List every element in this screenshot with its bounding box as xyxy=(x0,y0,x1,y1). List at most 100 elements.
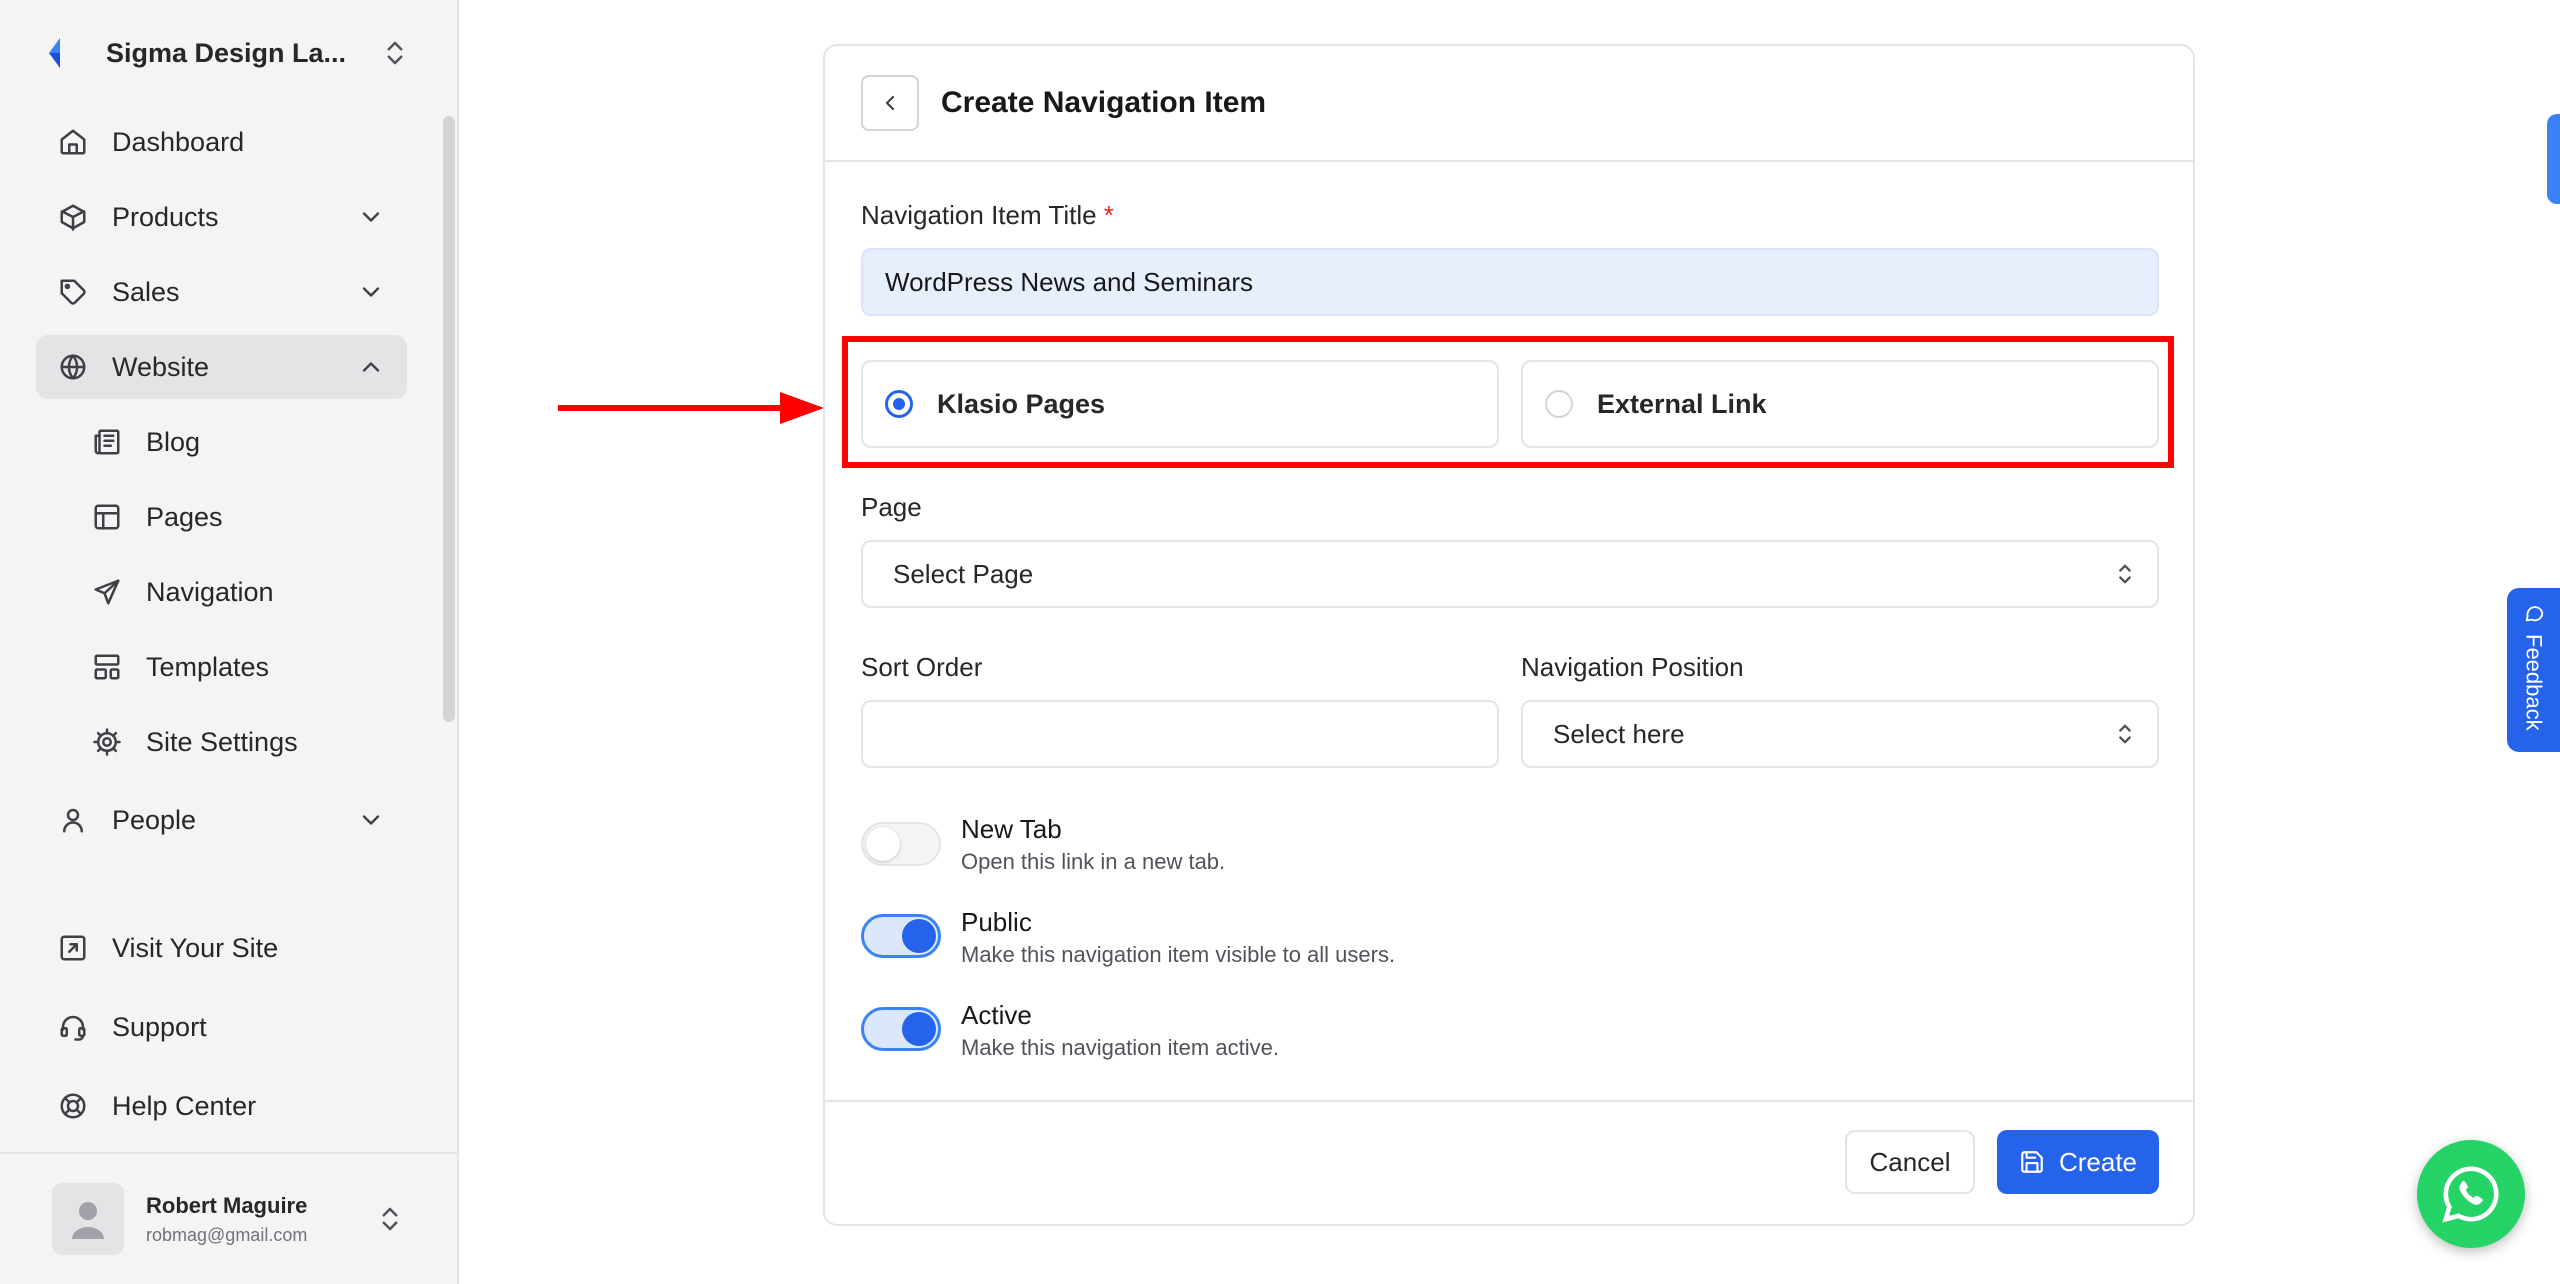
home-icon xyxy=(60,129,86,155)
create-button[interactable]: Create xyxy=(1997,1130,2159,1194)
page-field-label: Page xyxy=(861,492,922,522)
help-center-link[interactable]: Help Center xyxy=(36,1074,407,1138)
sidebar-item-label: People xyxy=(112,804,197,835)
cancel-button[interactable]: Cancel xyxy=(1845,1130,1975,1194)
sidebar-item-label: Navigation xyxy=(146,576,274,607)
sidebar-item-label: Sales xyxy=(112,276,180,307)
chevrons-up-down-icon xyxy=(387,41,403,65)
visit-site-label: Visit Your Site xyxy=(112,932,279,963)
avatar xyxy=(52,1183,124,1255)
sidebar-item-label: Blog xyxy=(146,426,201,457)
sidebar-scrollbar[interactable] xyxy=(443,116,455,722)
user-menu[interactable]: Robert Maguire robmag@gmail.com xyxy=(0,1152,457,1284)
user-icon xyxy=(63,808,83,833)
page-select[interactable]: Select Page xyxy=(861,540,2159,608)
feedback-label: Feedback xyxy=(2521,634,2547,731)
active-title: Active xyxy=(961,1000,1032,1030)
toggle-knob xyxy=(902,1012,936,1046)
edge-tab[interactable] xyxy=(2547,114,2560,204)
chevrons-up-down-icon xyxy=(382,1207,398,1231)
whatsapp-button[interactable] xyxy=(2417,1140,2525,1248)
chevron-down-icon xyxy=(362,287,380,297)
feedback-tab[interactable]: Feedback xyxy=(2507,588,2560,752)
title-field-label: Navigation Item Title * xyxy=(861,200,1114,231)
box-icon xyxy=(60,204,86,231)
title-input-value: WordPress News and Seminars xyxy=(885,266,1253,297)
toggle-knob xyxy=(902,919,936,953)
chevron-left-icon xyxy=(885,95,895,111)
sidebar-item-label: Website xyxy=(112,351,210,382)
back-button[interactable] xyxy=(861,75,919,131)
sidebar-nav: Dashboard Products Sales Website Blog Pa… xyxy=(36,110,407,863)
lifebuoy-icon xyxy=(60,1093,86,1119)
chat-bubble-icon xyxy=(2525,606,2543,622)
headset-icon xyxy=(60,1015,86,1041)
annotation-arrow-icon xyxy=(558,392,824,424)
layout-icon xyxy=(94,504,120,530)
support-label: Support xyxy=(112,1011,207,1042)
sidebar-item-blog[interactable]: Blog xyxy=(36,410,407,474)
whatsapp-icon xyxy=(2442,1166,2499,1223)
chevron-down-icon xyxy=(362,212,380,222)
sidebar-item-people[interactable]: People xyxy=(36,788,407,852)
chevrons-up-down-icon xyxy=(2119,724,2131,744)
user-name: Robert Maguire xyxy=(146,1192,308,1218)
cog-icon xyxy=(93,728,121,756)
public-description: Make this navigation item visible to all… xyxy=(961,942,1396,967)
sidebar-item-sales[interactable]: Sales xyxy=(36,260,407,324)
sidebar-item-dashboard[interactable]: Dashboard xyxy=(36,110,407,174)
sidebar-item-products[interactable]: Products xyxy=(36,185,407,249)
newspaper-icon xyxy=(94,429,120,455)
sidebar-item-site-settings[interactable]: Site Settings xyxy=(36,710,407,774)
sort-order-input[interactable] xyxy=(861,700,1499,768)
navigation-position-value: Select here xyxy=(1553,718,1685,749)
footer-divider xyxy=(825,1100,2193,1102)
sidebar-item-label: Products xyxy=(112,201,219,232)
sidebar-item-navigation[interactable]: Navigation xyxy=(36,560,407,624)
chevron-up-icon xyxy=(362,362,380,372)
sidebar-item-label: Templates xyxy=(146,651,270,682)
support-link[interactable]: Support xyxy=(36,995,407,1059)
template-icon xyxy=(94,654,120,680)
public-title: Public xyxy=(961,907,1032,937)
new-tab-title: New Tab xyxy=(961,814,1062,844)
send-icon xyxy=(94,579,120,605)
required-mark: * xyxy=(1103,200,1114,230)
public-toggle[interactable] xyxy=(861,914,941,958)
sidebar-item-label: Site Settings xyxy=(146,726,298,757)
new-tab-toggle[interactable] xyxy=(861,822,941,866)
external-link-icon xyxy=(60,935,86,961)
user-info: Robert Maguire robmag@gmail.com xyxy=(146,1193,375,1246)
sidebar-item-pages[interactable]: Pages xyxy=(36,485,407,549)
org-switcher[interactable]: Sigma Design La... xyxy=(40,30,410,76)
tag-icon xyxy=(60,279,86,305)
chevrons-up-down-icon xyxy=(2119,564,2131,584)
sort-order-label: Sort Order xyxy=(861,652,983,682)
sidebar-bottom-links: Visit Your Site Support Help Center xyxy=(36,916,407,1153)
title-input[interactable]: WordPress News and Seminars xyxy=(861,248,2159,316)
navigation-position-label: Navigation Position xyxy=(1521,652,1744,682)
create-navigation-card: Create Navigation Item Navigation Item T… xyxy=(823,44,2195,1226)
card-header: Create Navigation Item xyxy=(825,46,2193,162)
active-toggle[interactable] xyxy=(861,1007,941,1051)
help-center-label: Help Center xyxy=(112,1090,257,1121)
brand-logo-icon xyxy=(49,38,60,68)
sidebar-item-templates[interactable]: Templates xyxy=(36,635,407,699)
org-name: Sigma Design La... xyxy=(106,37,347,68)
sidebar-item-label: Dashboard xyxy=(112,126,245,157)
sidebar: Sigma Design La... Dashboard Products Sa… xyxy=(0,0,459,1284)
highlight-box xyxy=(842,336,2174,468)
new-tab-description: Open this link in a new tab. xyxy=(961,849,1226,874)
globe-icon xyxy=(60,354,86,380)
navigation-position-select[interactable]: Select here xyxy=(1521,700,2159,768)
sidebar-item-label: Pages xyxy=(146,501,223,532)
create-button-label: Create xyxy=(2058,1146,2138,1177)
visit-site-link[interactable]: Visit Your Site xyxy=(36,916,407,980)
chevron-down-icon xyxy=(362,815,380,825)
toggle-knob xyxy=(866,827,900,861)
active-description: Make this navigation item active. xyxy=(961,1035,1279,1060)
save-icon xyxy=(2021,1151,2043,1173)
sidebar-item-website[interactable]: Website xyxy=(36,335,407,399)
page-select-value: Select Page xyxy=(893,558,1034,589)
avatar-placeholder-icon xyxy=(72,1202,104,1239)
